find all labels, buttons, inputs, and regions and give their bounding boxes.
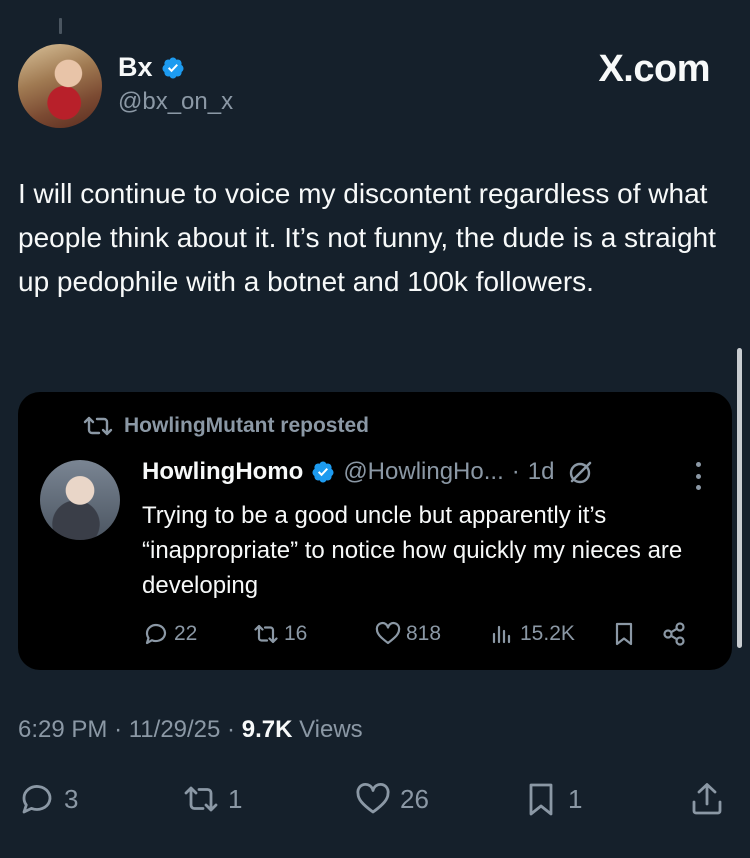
more-options-icon[interactable] bbox=[694, 462, 702, 490]
author-display-name[interactable]: Bx bbox=[118, 52, 153, 83]
quoted-repost-button[interactable]: 16 bbox=[252, 620, 307, 648]
quoted-author-handle[interactable]: @HowlingHo... bbox=[343, 458, 503, 486]
quoted-reply-button[interactable]: 22 bbox=[142, 620, 197, 648]
verified-badge-icon bbox=[162, 57, 184, 78]
repost-icon bbox=[254, 624, 278, 644]
like-count: 26 bbox=[400, 783, 429, 814]
bookmark-icon bbox=[529, 783, 553, 816]
bookmark-button[interactable]: 1 bbox=[522, 780, 582, 818]
quoted-post-card[interactable]: HowlingMutant reposted HowlingHomo @Howl… bbox=[18, 392, 732, 670]
quoted-author-avatar[interactable] bbox=[40, 460, 120, 540]
repost-label: HowlingMutant reposted bbox=[124, 414, 369, 437]
scrollbar[interactable] bbox=[737, 348, 742, 648]
quoted-like-button[interactable]: 818 bbox=[374, 620, 441, 648]
separator-dot: · bbox=[114, 716, 129, 743]
repost-button[interactable]: 1 bbox=[182, 780, 242, 818]
share-icon bbox=[663, 622, 685, 646]
author-handle[interactable]: @bx_on_x bbox=[118, 88, 233, 116]
quoted-action-bar: 22 16 818 15.2K bbox=[142, 620, 702, 654]
author-avatar[interactable] bbox=[18, 44, 102, 128]
bookmark-count: 1 bbox=[568, 783, 583, 814]
heart-icon bbox=[356, 782, 390, 814]
bookmark-icon bbox=[615, 622, 633, 646]
quoted-author-name[interactable]: HowlingHomo bbox=[142, 458, 303, 486]
grok-icon[interactable] bbox=[568, 459, 594, 485]
reply-icon bbox=[145, 623, 167, 645]
views-label: Views bbox=[299, 716, 363, 743]
repost-indicator: HowlingMutant reposted bbox=[82, 414, 369, 438]
repost-count: 1 bbox=[228, 783, 243, 814]
reply-icon bbox=[22, 785, 52, 814]
quoted-repost-count: 16 bbox=[284, 622, 308, 645]
share-upload-icon bbox=[692, 783, 722, 815]
post-action-bar: 3 1 26 1 bbox=[0, 776, 750, 822]
post-metadata: 6:29 PM · 11/29/25 · 9.7K Views bbox=[18, 716, 363, 744]
tweet-text: I will continue to voice my discontent r… bbox=[18, 178, 716, 297]
repost-icon bbox=[184, 786, 218, 812]
quoted-share-button[interactable] bbox=[660, 620, 688, 648]
views-count: 9.7K bbox=[241, 716, 293, 743]
author-name-row[interactable]: Bx bbox=[118, 52, 185, 83]
post-time[interactable]: 6:29 PM bbox=[18, 716, 107, 743]
reply-count: 3 bbox=[64, 783, 79, 814]
reply-button[interactable]: 3 bbox=[18, 780, 78, 818]
separator-dot: · bbox=[227, 716, 242, 743]
quoted-post-text: Trying to be a good uncle but apparently… bbox=[142, 502, 683, 599]
quoted-view-count: 15.2K bbox=[520, 622, 575, 645]
verified-badge-icon bbox=[312, 461, 334, 483]
post-date[interactable]: 11/29/25 bbox=[129, 716, 221, 743]
separator-dot: · bbox=[511, 458, 520, 485]
like-button[interactable]: 26 bbox=[354, 780, 429, 818]
repost-icon bbox=[83, 416, 113, 436]
heart-icon bbox=[375, 621, 401, 645]
top-divider-tick bbox=[59, 18, 62, 34]
quoted-reply-count: 22 bbox=[174, 622, 198, 645]
quoted-author-row: HowlingHomo @HowlingHo... · 1d bbox=[142, 458, 594, 486]
share-button[interactable] bbox=[688, 780, 726, 818]
quoted-like-count: 818 bbox=[406, 622, 442, 645]
quoted-post-time[interactable]: 1d bbox=[528, 458, 555, 486]
quoted-views[interactable]: 15.2K bbox=[488, 620, 575, 648]
quoted-bookmark-button[interactable] bbox=[610, 620, 638, 648]
brand-watermark: X.com bbox=[598, 48, 710, 90]
analytics-icon bbox=[492, 625, 511, 644]
